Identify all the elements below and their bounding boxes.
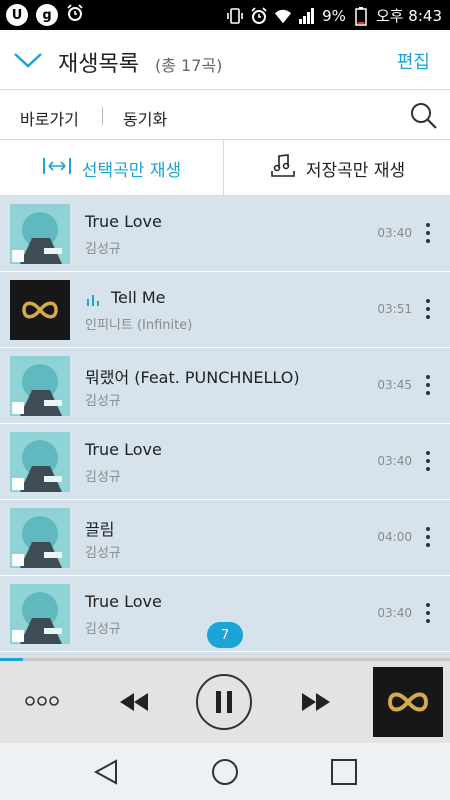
pause-icon bbox=[216, 691, 232, 713]
album-art bbox=[10, 508, 70, 568]
system-nav-bar bbox=[0, 743, 450, 800]
album-art bbox=[10, 280, 70, 340]
wifi-icon bbox=[274, 7, 292, 25]
goto-button[interactable]: 바로가기 bbox=[20, 106, 79, 130]
play-saved-label: 저장곡만 재생 bbox=[305, 160, 406, 181]
alarm-icon bbox=[66, 4, 84, 22]
chevron-down-icon[interactable] bbox=[12, 48, 44, 72]
search-icon[interactable] bbox=[408, 100, 438, 130]
song-duration: 03:51 bbox=[377, 302, 412, 316]
song-row[interactable]: 끌림 김성규 04:00 bbox=[0, 500, 450, 576]
mini-player bbox=[0, 661, 450, 743]
song-artist: 김성규 bbox=[85, 242, 121, 257]
play-mode-bar: 선택곡만 재생 저장곡만 재생 bbox=[0, 140, 450, 196]
song-row[interactable]: True Love 김성규 03:40 bbox=[0, 424, 450, 500]
saved-music-icon bbox=[270, 153, 296, 183]
recent-apps-icon[interactable] bbox=[329, 757, 359, 787]
next-track-icon[interactable] bbox=[300, 691, 332, 713]
now-playing-icon bbox=[86, 291, 100, 306]
album-art bbox=[10, 356, 70, 416]
divider bbox=[102, 107, 103, 125]
album-art bbox=[10, 204, 70, 264]
song-artist: 인피니트 (Infinite) bbox=[85, 318, 193, 333]
song-row[interactable]: Tell Me 인피니트 (Infinite) 03:51 bbox=[0, 272, 450, 348]
song-title: True Love bbox=[85, 440, 162, 459]
playlist-header: 재생목록 (총 17곡) 편집 bbox=[0, 30, 450, 90]
edit-button[interactable]: 편집 bbox=[397, 48, 430, 74]
song-duration: 03:40 bbox=[377, 606, 412, 620]
song-title: True Love bbox=[85, 212, 162, 231]
status-bar: U g 9% 오후 8:43 bbox=[0, 0, 450, 30]
song-row[interactable]: 뭐랬어 (Feat. PUNCHNELLO) 김성규 03:45 bbox=[0, 348, 450, 424]
previous-track-icon[interactable] bbox=[118, 691, 150, 713]
sync-button[interactable]: 동기화 bbox=[123, 106, 167, 130]
song-artist: 김성규 bbox=[85, 470, 121, 485]
more-horizontal-icon[interactable] bbox=[24, 693, 60, 709]
more-options-icon[interactable] bbox=[420, 600, 436, 626]
alarm-icon bbox=[250, 6, 268, 25]
song-artist: 김성규 bbox=[85, 622, 121, 637]
shortcut-bar: 바로가기 동기화 bbox=[0, 90, 450, 140]
more-options-icon[interactable] bbox=[420, 296, 436, 322]
track-count: (총 17곡) bbox=[155, 56, 223, 75]
song-title: 끌림 bbox=[85, 520, 115, 539]
play-selected-button[interactable]: 선택곡만 재생 bbox=[0, 140, 224, 196]
pause-button[interactable] bbox=[196, 674, 252, 730]
more-options-icon[interactable] bbox=[420, 220, 436, 246]
song-title: Tell Me bbox=[111, 288, 166, 307]
bracket-arrows-icon bbox=[42, 156, 72, 181]
scroll-position-badge[interactable]: 7 bbox=[207, 622, 243, 648]
now-playing-art[interactable] bbox=[373, 667, 443, 737]
song-title: True Love bbox=[85, 592, 162, 611]
signal-icon bbox=[298, 7, 316, 25]
song-list[interactable]: True Love 김성규 03:40 Tell Me 인피니트 (Infini… bbox=[0, 196, 450, 658]
more-options-icon[interactable] bbox=[420, 524, 436, 550]
clock: 오후 8:43 bbox=[375, 7, 442, 25]
album-art bbox=[10, 432, 70, 492]
back-icon[interactable] bbox=[92, 757, 122, 787]
song-duration: 03:40 bbox=[377, 226, 412, 240]
more-options-icon[interactable] bbox=[420, 372, 436, 398]
page-title: 재생목록 bbox=[58, 52, 139, 77]
home-icon[interactable] bbox=[210, 757, 240, 787]
song-artist: 김성규 bbox=[85, 394, 121, 409]
song-duration: 03:45 bbox=[377, 378, 412, 392]
song-duration: 04:00 bbox=[377, 530, 412, 544]
u-plus-icon: U bbox=[6, 4, 28, 26]
g-circle-icon: g bbox=[36, 4, 58, 26]
more-options-icon[interactable] bbox=[420, 448, 436, 474]
vibrate-icon bbox=[226, 7, 244, 25]
play-selected-label: 선택곡만 재생 bbox=[81, 160, 182, 181]
song-title: 뭐랬어 (Feat. PUNCHNELLO) bbox=[85, 368, 300, 387]
song-row[interactable]: True Love 김성규 03:40 bbox=[0, 196, 450, 272]
battery-percent: 9% bbox=[322, 6, 346, 25]
album-art bbox=[10, 584, 70, 644]
play-saved-button[interactable]: 저장곡만 재생 bbox=[225, 140, 450, 196]
battery-icon bbox=[352, 6, 370, 26]
song-duration: 03:40 bbox=[377, 454, 412, 468]
song-artist: 김성규 bbox=[85, 546, 121, 561]
